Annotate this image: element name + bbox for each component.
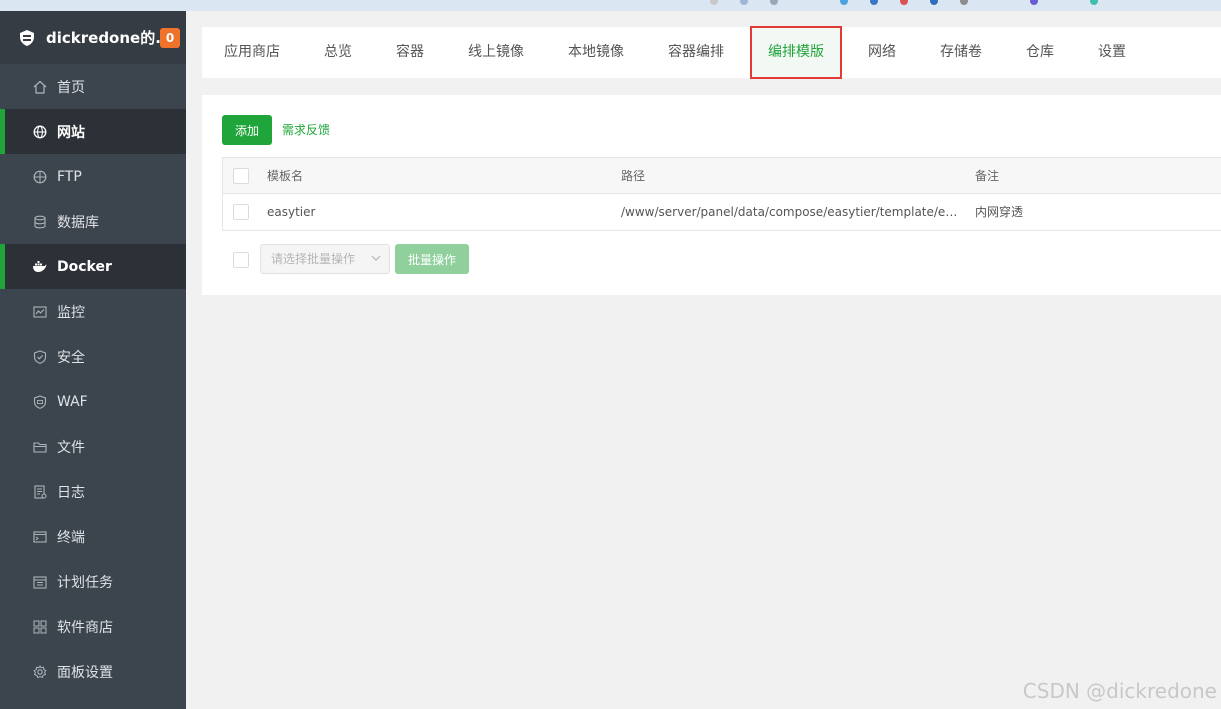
feedback-link[interactable]: 需求反馈 <box>282 115 330 145</box>
docker-icon <box>32 259 47 274</box>
tab-compose[interactable]: 容器编排 <box>668 27 724 78</box>
sidebar-item-terminal[interactable]: 终端 <box>0 514 186 559</box>
add-button[interactable]: 添加 <box>222 115 272 145</box>
sidebar-item-database[interactable]: 数据库 <box>0 199 186 244</box>
sidebar-item-logs[interactable]: 日志 <box>0 469 186 514</box>
apps-icon <box>32 619 47 634</box>
database-icon <box>32 214 47 229</box>
column-header-path: 路径 <box>621 169 646 183</box>
sidebar-item-label: Docker <box>57 258 112 275</box>
tab-overview[interactable]: 总览 <box>324 27 352 78</box>
docker-tabs: 应用商店 总览 容器 线上镜像 本地镜像 容器编排 编排模版 网络 存储卷 仓库… <box>202 26 1221 79</box>
template-panel: 添加 需求反馈 模板名 路径 备注 easytier /www/server/p… <box>202 95 1221 295</box>
sidebar-item-label: 首页 <box>57 79 85 96</box>
sidebar-item-cron[interactable]: 计划任务 <box>0 559 186 604</box>
tab-containers[interactable]: 容器 <box>396 27 424 78</box>
tab-app-store[interactable]: 应用商店 <box>224 27 280 78</box>
sidebar: dickredone的... 0 首页 网站 FTP 数据库 Docker 监控… <box>0 11 186 709</box>
browser-top-strip <box>0 0 1221 11</box>
batch-select-all-checkbox[interactable] <box>233 252 249 268</box>
shield-icon <box>32 349 47 364</box>
sidebar-item-store[interactable]: 软件商店 <box>0 604 186 649</box>
sidebar-item-label: FTP <box>57 168 82 185</box>
sidebar-item-label: 文件 <box>57 439 85 456</box>
tab-volumes[interactable]: 存储卷 <box>940 27 982 78</box>
sidebar-brand[interactable]: dickredone的... 0 <box>0 11 186 64</box>
brand-name: dickredone的... <box>46 29 160 47</box>
tab-network[interactable]: 网络 <box>868 27 896 78</box>
tab-compose-templates[interactable]: 编排模版 <box>750 26 842 79</box>
template-note: 内网穿透 <box>975 205 1024 219</box>
sidebar-item-label: 安全 <box>57 349 85 366</box>
table-row[interactable]: easytier /www/server/panel/data/compose/… <box>223 194 1221 230</box>
tab-online-images[interactable]: 线上镜像 <box>468 27 524 78</box>
bt-logo-icon <box>20 29 34 46</box>
sidebar-item-label: 面板设置 <box>57 664 113 681</box>
gear-icon <box>32 664 47 679</box>
sidebar-item-ftp[interactable]: FTP <box>0 154 186 199</box>
tab-settings[interactable]: 设置 <box>1098 27 1126 78</box>
row-checkbox[interactable] <box>233 204 249 220</box>
sidebar-item-website[interactable]: 网站 <box>0 109 186 154</box>
batch-select-placeholder: 请选择批量操作 <box>271 252 356 266</box>
column-header-note: 备注 <box>975 169 1000 183</box>
sidebar-item-files[interactable]: 文件 <box>0 424 186 469</box>
sidebar-item-label: WAF <box>57 393 88 410</box>
watermark: CSDN @dickredone <box>1022 679 1217 703</box>
sidebar-item-label: 计划任务 <box>57 574 113 591</box>
waf-icon <box>32 394 47 409</box>
folder-icon <box>32 439 47 454</box>
template-table: 模板名 路径 备注 easytier /www/server/panel/dat… <box>222 157 1221 231</box>
batch-operation-select[interactable]: 请选择批量操作 <box>260 244 390 274</box>
sidebar-item-docker[interactable]: Docker <box>0 244 186 289</box>
chevron-down-icon <box>371 255 381 261</box>
table-header: 模板名 路径 备注 <box>223 158 1221 194</box>
sidebar-item-label: 终端 <box>57 529 85 546</box>
ftp-icon <box>32 169 47 184</box>
calendar-icon <box>32 574 47 589</box>
sidebar-item-waf[interactable]: WAF <box>0 379 186 424</box>
column-header-name: 模板名 <box>267 169 304 183</box>
sidebar-item-label: 日志 <box>57 484 85 501</box>
template-name: easytier <box>267 205 316 219</box>
sidebar-item-label: 网站 <box>57 124 85 141</box>
sidebar-item-label: 数据库 <box>57 214 99 231</box>
log-icon <box>32 484 47 499</box>
terminal-icon <box>32 529 47 544</box>
sidebar-item-monitor[interactable]: 监控 <box>0 289 186 334</box>
sidebar-item-security[interactable]: 安全 <box>0 334 186 379</box>
tab-registry[interactable]: 仓库 <box>1026 27 1054 78</box>
globe-icon <box>32 124 47 139</box>
sidebar-item-label: 监控 <box>57 304 85 321</box>
sidebar-item-settings[interactable]: 面板设置 <box>0 649 186 694</box>
sidebar-item-label: 软件商店 <box>57 619 113 636</box>
select-all-checkbox[interactable] <box>233 168 249 184</box>
template-path: /www/server/panel/data/compose/easytier/… <box>621 205 963 219</box>
home-icon <box>32 79 47 94</box>
monitor-icon <box>32 304 47 319</box>
notification-badge[interactable]: 0 <box>160 27 180 48</box>
batch-operation-button[interactable]: 批量操作 <box>395 244 469 274</box>
tab-local-images[interactable]: 本地镜像 <box>568 27 624 78</box>
sidebar-item-home[interactable]: 首页 <box>0 64 186 109</box>
